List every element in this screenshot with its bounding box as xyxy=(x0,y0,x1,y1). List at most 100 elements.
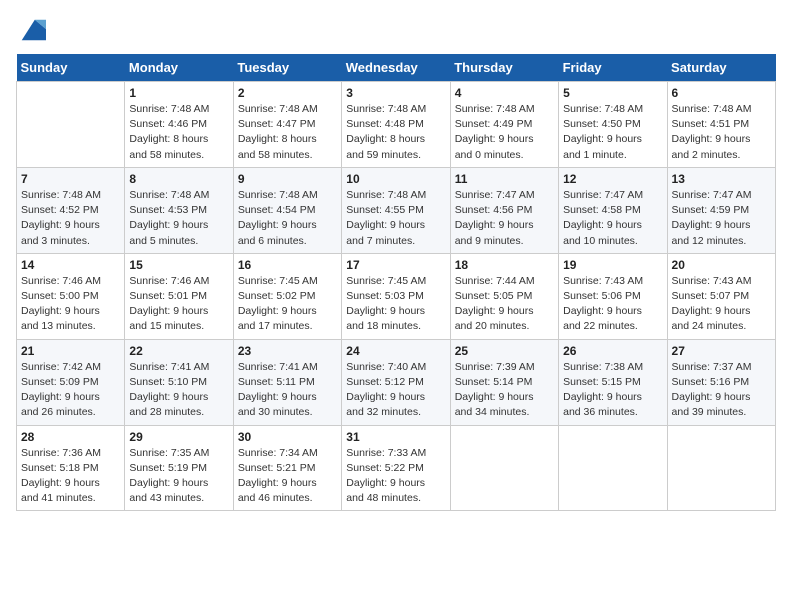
calendar-cell xyxy=(450,425,558,511)
day-info: Sunrise: 7:36 AM Sunset: 5:18 PM Dayligh… xyxy=(21,446,120,507)
day-number: 29 xyxy=(129,430,228,444)
calendar-cell: 28 Sunrise: 7:36 AM Sunset: 5:18 PM Dayli… xyxy=(17,425,125,511)
day-number: 4 xyxy=(455,86,554,100)
day-info: Sunrise: 7:42 AM Sunset: 5:09 PM Dayligh… xyxy=(21,360,120,421)
calendar-cell: 26 Sunrise: 7:38 AM Sunset: 5:15 PM Dayli… xyxy=(559,339,667,425)
day-info: Sunrise: 7:37 AM Sunset: 5:16 PM Dayligh… xyxy=(672,360,771,421)
calendar-cell: 4 Sunrise: 7:48 AM Sunset: 4:49 PM Daylig… xyxy=(450,82,558,168)
day-number: 24 xyxy=(346,344,445,358)
day-number: 26 xyxy=(563,344,662,358)
day-number: 20 xyxy=(672,258,771,272)
day-number: 17 xyxy=(346,258,445,272)
day-number: 15 xyxy=(129,258,228,272)
day-info: Sunrise: 7:48 AM Sunset: 4:50 PM Dayligh… xyxy=(563,102,662,163)
calendar-cell: 22 Sunrise: 7:41 AM Sunset: 5:10 PM Dayli… xyxy=(125,339,233,425)
day-number: 27 xyxy=(672,344,771,358)
logo-icon xyxy=(18,16,46,44)
calendar-week-row: 1Sunrise: 7:48 AM Sunset: 4:46 PM Daylig… xyxy=(17,82,776,168)
day-number: 18 xyxy=(455,258,554,272)
calendar-week-row: 21 Sunrise: 7:42 AM Sunset: 5:09 PM Dayli… xyxy=(17,339,776,425)
calendar-cell: 5 Sunrise: 7:48 AM Sunset: 4:50 PM Daylig… xyxy=(559,82,667,168)
day-info: Sunrise: 7:47 AM Sunset: 4:56 PM Dayligh… xyxy=(455,188,554,249)
calendar-cell: 25 Sunrise: 7:39 AM Sunset: 5:14 PM Dayli… xyxy=(450,339,558,425)
page-header xyxy=(16,16,776,44)
day-info: Sunrise: 7:48 AM Sunset: 4:55 PM Dayligh… xyxy=(346,188,445,249)
calendar-cell: 6 Sunrise: 7:48 AM Sunset: 4:51 PM Daylig… xyxy=(667,82,775,168)
calendar-cell: 1Sunrise: 7:48 AM Sunset: 4:46 PM Daylig… xyxy=(125,82,233,168)
day-number: 30 xyxy=(238,430,337,444)
calendar-cell: 27 Sunrise: 7:37 AM Sunset: 5:16 PM Dayli… xyxy=(667,339,775,425)
calendar-cell xyxy=(17,82,125,168)
day-info: Sunrise: 7:48 AM Sunset: 4:51 PM Dayligh… xyxy=(672,102,771,163)
calendar-header-friday: Friday xyxy=(559,54,667,82)
day-number: 13 xyxy=(672,172,771,186)
calendar-cell: 12 Sunrise: 7:47 AM Sunset: 4:58 PM Dayli… xyxy=(559,167,667,253)
day-info: Sunrise: 7:43 AM Sunset: 5:07 PM Dayligh… xyxy=(672,274,771,335)
calendar-header-monday: Monday xyxy=(125,54,233,82)
day-number: 8 xyxy=(129,172,228,186)
day-number: 7 xyxy=(21,172,120,186)
day-info: Sunrise: 7:43 AM Sunset: 5:06 PM Dayligh… xyxy=(563,274,662,335)
calendar-cell: 21 Sunrise: 7:42 AM Sunset: 5:09 PM Dayli… xyxy=(17,339,125,425)
day-info: Sunrise: 7:47 AM Sunset: 4:58 PM Dayligh… xyxy=(563,188,662,249)
day-number: 3 xyxy=(346,86,445,100)
calendar-cell: 16 Sunrise: 7:45 AM Sunset: 5:02 PM Dayli… xyxy=(233,253,341,339)
day-number: 22 xyxy=(129,344,228,358)
calendar-cell: 10 Sunrise: 7:48 AM Sunset: 4:55 PM Dayli… xyxy=(342,167,450,253)
day-info: Sunrise: 7:45 AM Sunset: 5:03 PM Dayligh… xyxy=(346,274,445,335)
calendar-cell: 23 Sunrise: 7:41 AM Sunset: 5:11 PM Dayli… xyxy=(233,339,341,425)
calendar-cell xyxy=(559,425,667,511)
day-info: Sunrise: 7:39 AM Sunset: 5:14 PM Dayligh… xyxy=(455,360,554,421)
day-info: Sunrise: 7:48 AM Sunset: 4:54 PM Dayligh… xyxy=(238,188,337,249)
calendar-cell: 19Sunrise: 7:43 AM Sunset: 5:06 PM Dayli… xyxy=(559,253,667,339)
day-number: 25 xyxy=(455,344,554,358)
calendar-cell: 7 Sunrise: 7:48 AM Sunset: 4:52 PM Daylig… xyxy=(17,167,125,253)
calendar-table: SundayMondayTuesdayWednesdayThursdayFrid… xyxy=(16,54,776,511)
day-number: 2 xyxy=(238,86,337,100)
day-info: Sunrise: 7:34 AM Sunset: 5:21 PM Dayligh… xyxy=(238,446,337,507)
day-info: Sunrise: 7:44 AM Sunset: 5:05 PM Dayligh… xyxy=(455,274,554,335)
calendar-header-sunday: Sunday xyxy=(17,54,125,82)
day-info: Sunrise: 7:46 AM Sunset: 5:01 PM Dayligh… xyxy=(129,274,228,335)
day-number: 5 xyxy=(563,86,662,100)
calendar-cell: 2 Sunrise: 7:48 AM Sunset: 4:47 PM Daylig… xyxy=(233,82,341,168)
day-number: 6 xyxy=(672,86,771,100)
logo xyxy=(16,16,46,44)
day-number: 12 xyxy=(563,172,662,186)
day-number: 28 xyxy=(21,430,120,444)
day-info: Sunrise: 7:48 AM Sunset: 4:47 PM Dayligh… xyxy=(238,102,337,163)
calendar-cell: 29Sunrise: 7:35 AM Sunset: 5:19 PM Dayli… xyxy=(125,425,233,511)
calendar-header-thursday: Thursday xyxy=(450,54,558,82)
calendar-header-wednesday: Wednesday xyxy=(342,54,450,82)
day-info: Sunrise: 7:48 AM Sunset: 4:53 PM Dayligh… xyxy=(129,188,228,249)
calendar-week-row: 28 Sunrise: 7:36 AM Sunset: 5:18 PM Dayli… xyxy=(17,425,776,511)
day-info: Sunrise: 7:45 AM Sunset: 5:02 PM Dayligh… xyxy=(238,274,337,335)
calendar-header-tuesday: Tuesday xyxy=(233,54,341,82)
calendar-week-row: 14Sunrise: 7:46 AM Sunset: 5:00 PM Dayli… xyxy=(17,253,776,339)
day-info: Sunrise: 7:38 AM Sunset: 5:15 PM Dayligh… xyxy=(563,360,662,421)
day-info: Sunrise: 7:41 AM Sunset: 5:11 PM Dayligh… xyxy=(238,360,337,421)
day-number: 16 xyxy=(238,258,337,272)
calendar-cell: 31Sunrise: 7:33 AM Sunset: 5:22 PM Dayli… xyxy=(342,425,450,511)
calendar-cell: 20 Sunrise: 7:43 AM Sunset: 5:07 PM Dayli… xyxy=(667,253,775,339)
day-number: 23 xyxy=(238,344,337,358)
day-number: 9 xyxy=(238,172,337,186)
day-info: Sunrise: 7:48 AM Sunset: 4:49 PM Dayligh… xyxy=(455,102,554,163)
calendar-cell: 9 Sunrise: 7:48 AM Sunset: 4:54 PM Daylig… xyxy=(233,167,341,253)
calendar-week-row: 7 Sunrise: 7:48 AM Sunset: 4:52 PM Daylig… xyxy=(17,167,776,253)
calendar-header-row: SundayMondayTuesdayWednesdayThursdayFrid… xyxy=(17,54,776,82)
day-info: Sunrise: 7:46 AM Sunset: 5:00 PM Dayligh… xyxy=(21,274,120,335)
day-info: Sunrise: 7:48 AM Sunset: 4:52 PM Dayligh… xyxy=(21,188,120,249)
calendar-cell xyxy=(667,425,775,511)
day-number: 10 xyxy=(346,172,445,186)
calendar-cell: 24Sunrise: 7:40 AM Sunset: 5:12 PM Dayli… xyxy=(342,339,450,425)
day-info: Sunrise: 7:47 AM Sunset: 4:59 PM Dayligh… xyxy=(672,188,771,249)
day-number: 31 xyxy=(346,430,445,444)
calendar-cell: 3 Sunrise: 7:48 AM Sunset: 4:48 PM Daylig… xyxy=(342,82,450,168)
day-info: Sunrise: 7:48 AM Sunset: 4:48 PM Dayligh… xyxy=(346,102,445,163)
day-info: Sunrise: 7:41 AM Sunset: 5:10 PM Dayligh… xyxy=(129,360,228,421)
calendar-cell: 11Sunrise: 7:47 AM Sunset: 4:56 PM Dayli… xyxy=(450,167,558,253)
calendar-cell: 13 Sunrise: 7:47 AM Sunset: 4:59 PM Dayli… xyxy=(667,167,775,253)
calendar-cell: 15 Sunrise: 7:46 AM Sunset: 5:01 PM Dayli… xyxy=(125,253,233,339)
day-number: 21 xyxy=(21,344,120,358)
